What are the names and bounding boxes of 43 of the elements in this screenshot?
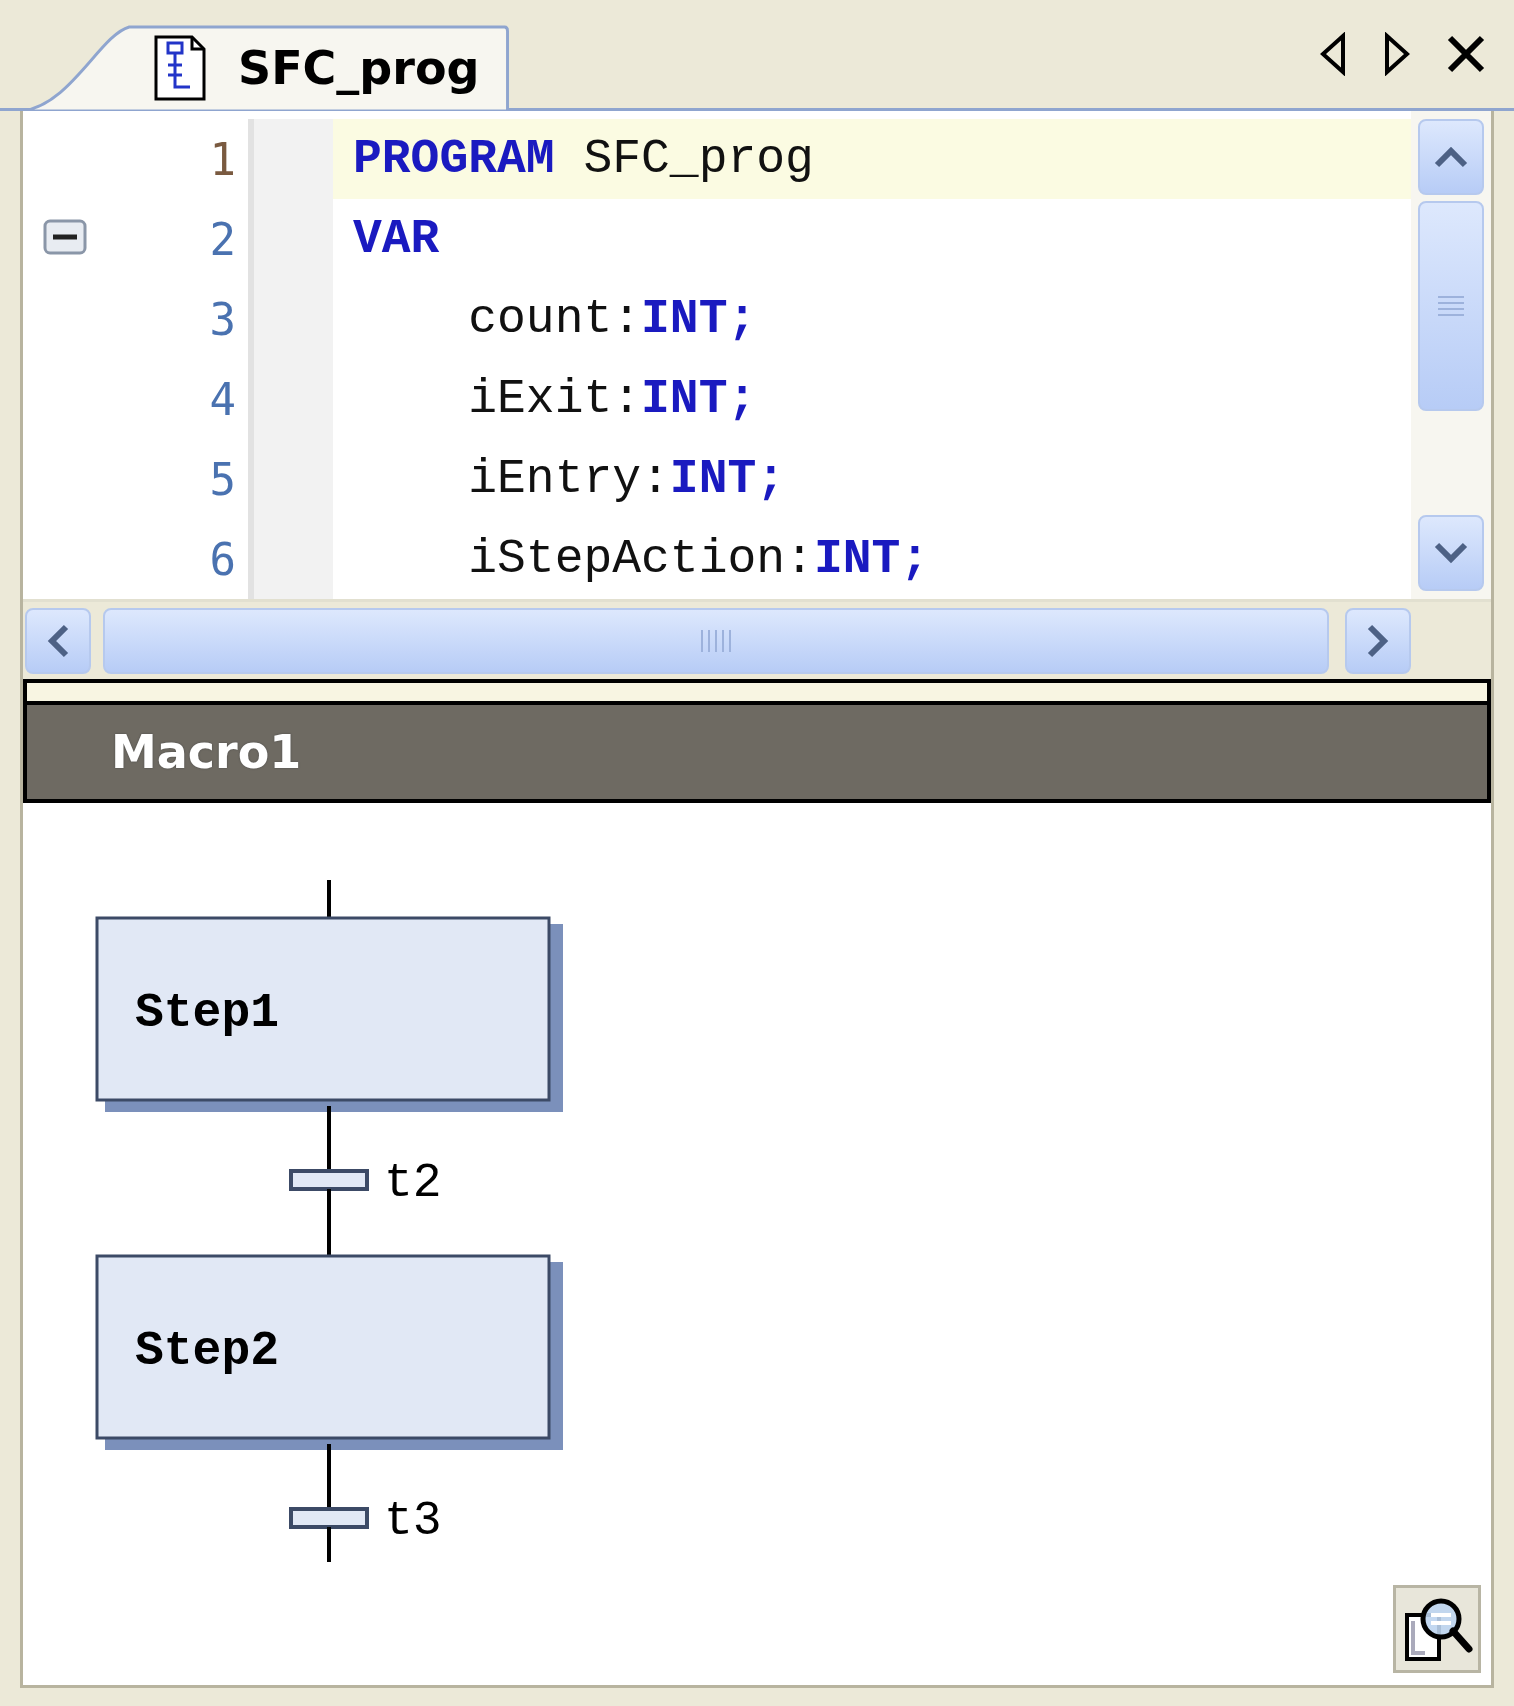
close-icon[interactable] [1446, 34, 1486, 74]
line-number: 1 [209, 133, 236, 185]
chevron-down-icon [1433, 541, 1469, 565]
code-line: iEntry:INT; [467, 451, 787, 508]
line-number: 4 [209, 373, 236, 425]
chevron-right-icon [1366, 622, 1390, 659]
connector-line [327, 880, 331, 918]
section-title: Macro1 [111, 725, 302, 779]
sfc-document-icon [152, 33, 208, 103]
line-number: 6 [209, 533, 236, 585]
code-line: iStepAction:INT; [467, 531, 931, 588]
collapse-icon[interactable] [43, 219, 87, 255]
next-tab-icon[interactable] [1382, 32, 1412, 76]
scrollbar-thumb[interactable] [103, 607, 1329, 674]
transition-label: t3 [384, 1494, 442, 1548]
scroll-left-button[interactable] [25, 607, 91, 674]
step-label: Step2 [135, 1324, 280, 1378]
chevron-left-icon [46, 622, 70, 659]
chevron-up-icon [1433, 145, 1469, 169]
step-box[interactable] [95, 916, 563, 1112]
transition-label: t2 [384, 1156, 442, 1210]
splitter-bar[interactable] [23, 679, 1491, 701]
line-number: 3 [209, 293, 236, 345]
scroll-right-button[interactable] [1345, 607, 1411, 674]
connector-line [327, 1189, 331, 1256]
code-line: VAR [352, 211, 441, 268]
transition-bar[interactable] [289, 1507, 369, 1529]
line-number: 2 [209, 213, 236, 265]
zoom-button[interactable] [1393, 1585, 1481, 1673]
scroll-up-button[interactable] [1418, 119, 1484, 195]
scrollbar-thumb[interactable] [1418, 201, 1484, 411]
scroll-down-button[interactable] [1418, 515, 1484, 591]
connector-line [327, 1527, 331, 1562]
step-label: Step1 [135, 986, 280, 1040]
line-number: 5 [209, 453, 236, 505]
connector-line [327, 1106, 331, 1171]
grip-icon [698, 627, 734, 654]
transition-bar[interactable] [289, 1169, 369, 1191]
code-line: count:INT; [467, 291, 758, 348]
previous-tab-icon[interactable] [1318, 32, 1348, 76]
connector-line [327, 1444, 331, 1509]
code-line: iExit:INT; [467, 371, 758, 428]
step-box[interactable] [95, 1254, 563, 1450]
